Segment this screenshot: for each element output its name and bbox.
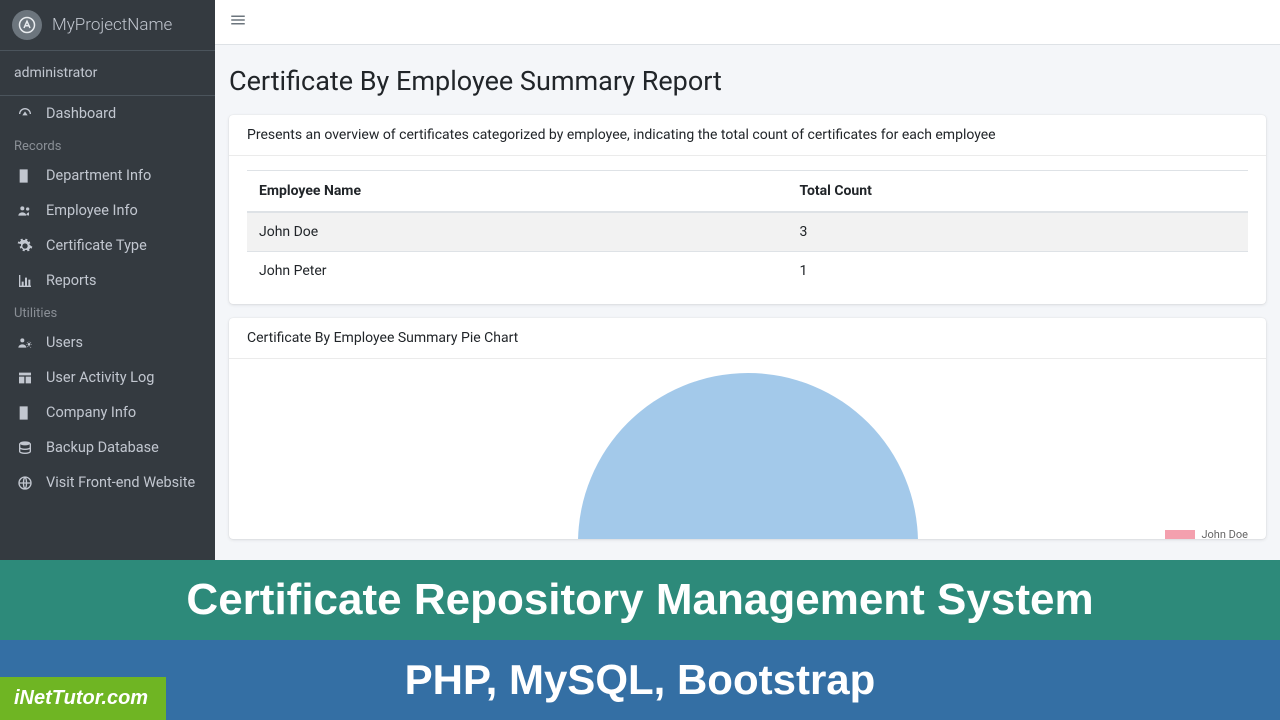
banner-badge: iNetTutor.com xyxy=(0,677,166,720)
sidebar-item-label: Certificate Type xyxy=(46,237,147,254)
page-title: Certificate By Employee Summary Report xyxy=(229,65,1266,97)
sidebar-item-label: Employee Info xyxy=(46,202,138,219)
nav-header-utilities: Utilities xyxy=(0,298,215,325)
banner-subtitle-row: PHP, MySQL, Bootstrap xyxy=(0,640,1280,720)
sidebar-item-label: Company Info xyxy=(46,404,136,421)
sidebar-item-cert-type[interactable]: Certificate Type xyxy=(0,228,215,263)
card-description: Presents an overview of certificates cat… xyxy=(229,115,1266,156)
building-icon xyxy=(14,168,36,184)
globe-icon xyxy=(14,475,36,491)
table-header-count: Total Count xyxy=(788,171,1248,213)
sidebar-user[interactable]: administrator xyxy=(0,51,215,96)
sidebar-item-label: Users xyxy=(46,334,83,351)
table-icon xyxy=(14,370,36,386)
chart-title: Certificate By Employee Summary Pie Char… xyxy=(229,318,1266,359)
summary-card: Presents an overview of certificates cat… xyxy=(229,115,1266,304)
chart-bar-icon xyxy=(14,273,36,289)
sidebar-item-employee[interactable]: Employee Info xyxy=(0,193,215,228)
building-icon xyxy=(14,405,36,421)
sidebar-item-label: Dashboard xyxy=(46,105,116,122)
nav-header-records: Records xyxy=(0,131,215,158)
sidebar-item-frontend[interactable]: Visit Front-end Website xyxy=(0,465,215,500)
hamburger-icon[interactable] xyxy=(229,11,247,33)
sidebar-item-label: Visit Front-end Website xyxy=(46,474,195,491)
sidebar-item-label: Backup Database xyxy=(46,439,159,456)
table-header-name: Employee Name xyxy=(247,171,788,213)
sidebar-item-reports[interactable]: Reports xyxy=(0,263,215,298)
banner-title-row: Certificate Repository Management System xyxy=(0,560,1280,640)
table-row: John Peter 1 xyxy=(247,252,1248,291)
database-icon xyxy=(14,440,36,456)
topbar xyxy=(215,0,1280,45)
summary-table: Employee Name Total Count John Doe 3 Joh… xyxy=(247,170,1248,290)
brand-logo-icon xyxy=(12,10,42,40)
legend-label: John Doe xyxy=(1201,528,1248,539)
banner-title-text: Certificate Repository Management System xyxy=(186,575,1093,625)
tachometer-icon xyxy=(14,106,36,122)
cog-icon xyxy=(14,238,36,254)
sidebar-item-dashboard[interactable]: Dashboard xyxy=(0,96,215,131)
pie-chart xyxy=(578,373,918,539)
cell-name: John Doe xyxy=(247,212,788,252)
sidebar-item-company[interactable]: Company Info xyxy=(0,395,215,430)
cell-count: 1 xyxy=(788,252,1248,291)
sidebar-item-backup[interactable]: Backup Database xyxy=(0,430,215,465)
banner-subtitle-text: PHP, MySQL, Bootstrap xyxy=(405,656,876,704)
sidebar-item-label: Department Info xyxy=(46,167,151,184)
table-row: John Doe 3 xyxy=(247,212,1248,252)
chart-card: Certificate By Employee Summary Pie Char… xyxy=(229,318,1266,539)
cell-name: John Peter xyxy=(247,252,788,291)
cell-count: 3 xyxy=(788,212,1248,252)
sidebar-item-activity[interactable]: User Activity Log xyxy=(0,360,215,395)
sidebar-item-users[interactable]: Users xyxy=(0,325,215,360)
legend-swatch-icon xyxy=(1165,530,1195,540)
sidebar-item-label: User Activity Log xyxy=(46,369,154,386)
users-icon xyxy=(14,203,36,219)
users-cog-icon xyxy=(14,335,36,351)
brand-text: MyProjectName xyxy=(52,15,172,35)
sidebar-item-department[interactable]: Department Info xyxy=(0,158,215,193)
sidebar-brand[interactable]: MyProjectName xyxy=(0,0,215,51)
sidebar-item-label: Reports xyxy=(46,272,97,289)
chart-legend: John Doe xyxy=(1165,528,1248,539)
promo-banner: Certificate Repository Management System… xyxy=(0,560,1280,720)
